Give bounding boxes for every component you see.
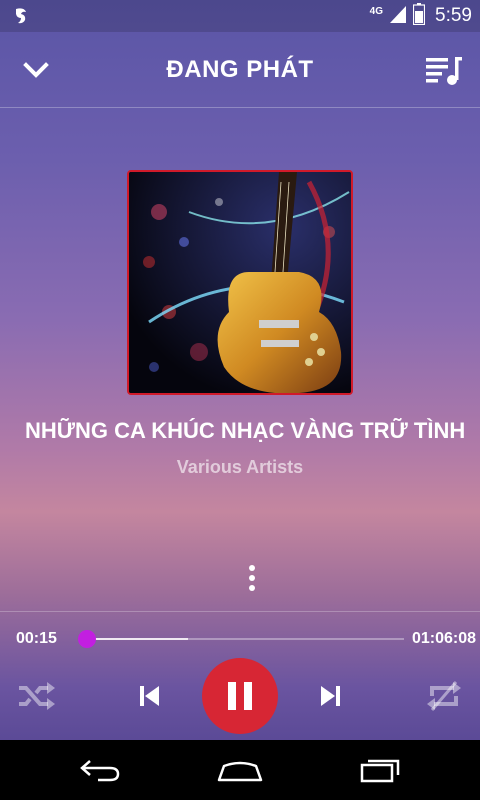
next-icon xyxy=(321,686,340,706)
next-button[interactable] xyxy=(310,676,350,716)
back-icon xyxy=(80,760,120,782)
artist-name: Various Artists xyxy=(176,457,304,477)
more-vertical-icon xyxy=(249,565,255,571)
nav-recents-button[interactable] xyxy=(350,752,410,788)
repeat-icon xyxy=(427,681,461,711)
home-icon xyxy=(217,761,263,782)
recents-icon xyxy=(360,759,400,783)
seek-buffered xyxy=(86,638,188,640)
nav-back-button[interactable] xyxy=(70,752,130,788)
nav-home-button[interactable] xyxy=(210,752,270,788)
battery-icon xyxy=(412,2,426,30)
seek-bar[interactable] xyxy=(78,628,404,650)
guitar-album-art xyxy=(129,172,351,393)
queue-button[interactable] xyxy=(424,54,464,86)
previous-icon xyxy=(140,686,159,706)
previous-button[interactable] xyxy=(130,676,170,716)
repeat-button[interactable] xyxy=(422,676,466,716)
playlist-icon xyxy=(426,57,462,85)
status-clock: 5:59 xyxy=(435,5,472,26)
total-time: 01:06:08 xyxy=(411,630,476,647)
divider xyxy=(0,611,480,612)
current-time: 00:15 xyxy=(16,630,57,647)
song-title: NHỮNG CA KHÚC NHẠC VÀNG TRỮ TÌNH xyxy=(25,418,466,443)
notification-app-icon xyxy=(12,6,32,26)
page-title: ĐANG PHÁT xyxy=(166,56,314,83)
navigation-bar xyxy=(0,740,480,800)
status-icons: 4G 5:59 xyxy=(369,2,472,30)
album-art xyxy=(127,170,353,395)
now-playing-screen: 4G 5:59 ĐANG PHÁT NHỮNG CA KHÚC NHẠC VÀN… xyxy=(0,0,480,800)
play-pause-button[interactable] xyxy=(202,658,278,734)
network-type-label: 4G xyxy=(369,5,384,17)
signal-icon xyxy=(389,4,407,29)
pause-icon xyxy=(228,682,252,710)
header: ĐANG PHÁT xyxy=(0,32,480,108)
shuffle-button[interactable] xyxy=(14,676,58,716)
status-bar: 4G 5:59 xyxy=(0,0,480,32)
seek-thumb[interactable] xyxy=(78,630,97,648)
shuffle-icon xyxy=(19,682,55,710)
more-options-button[interactable] xyxy=(236,560,268,596)
